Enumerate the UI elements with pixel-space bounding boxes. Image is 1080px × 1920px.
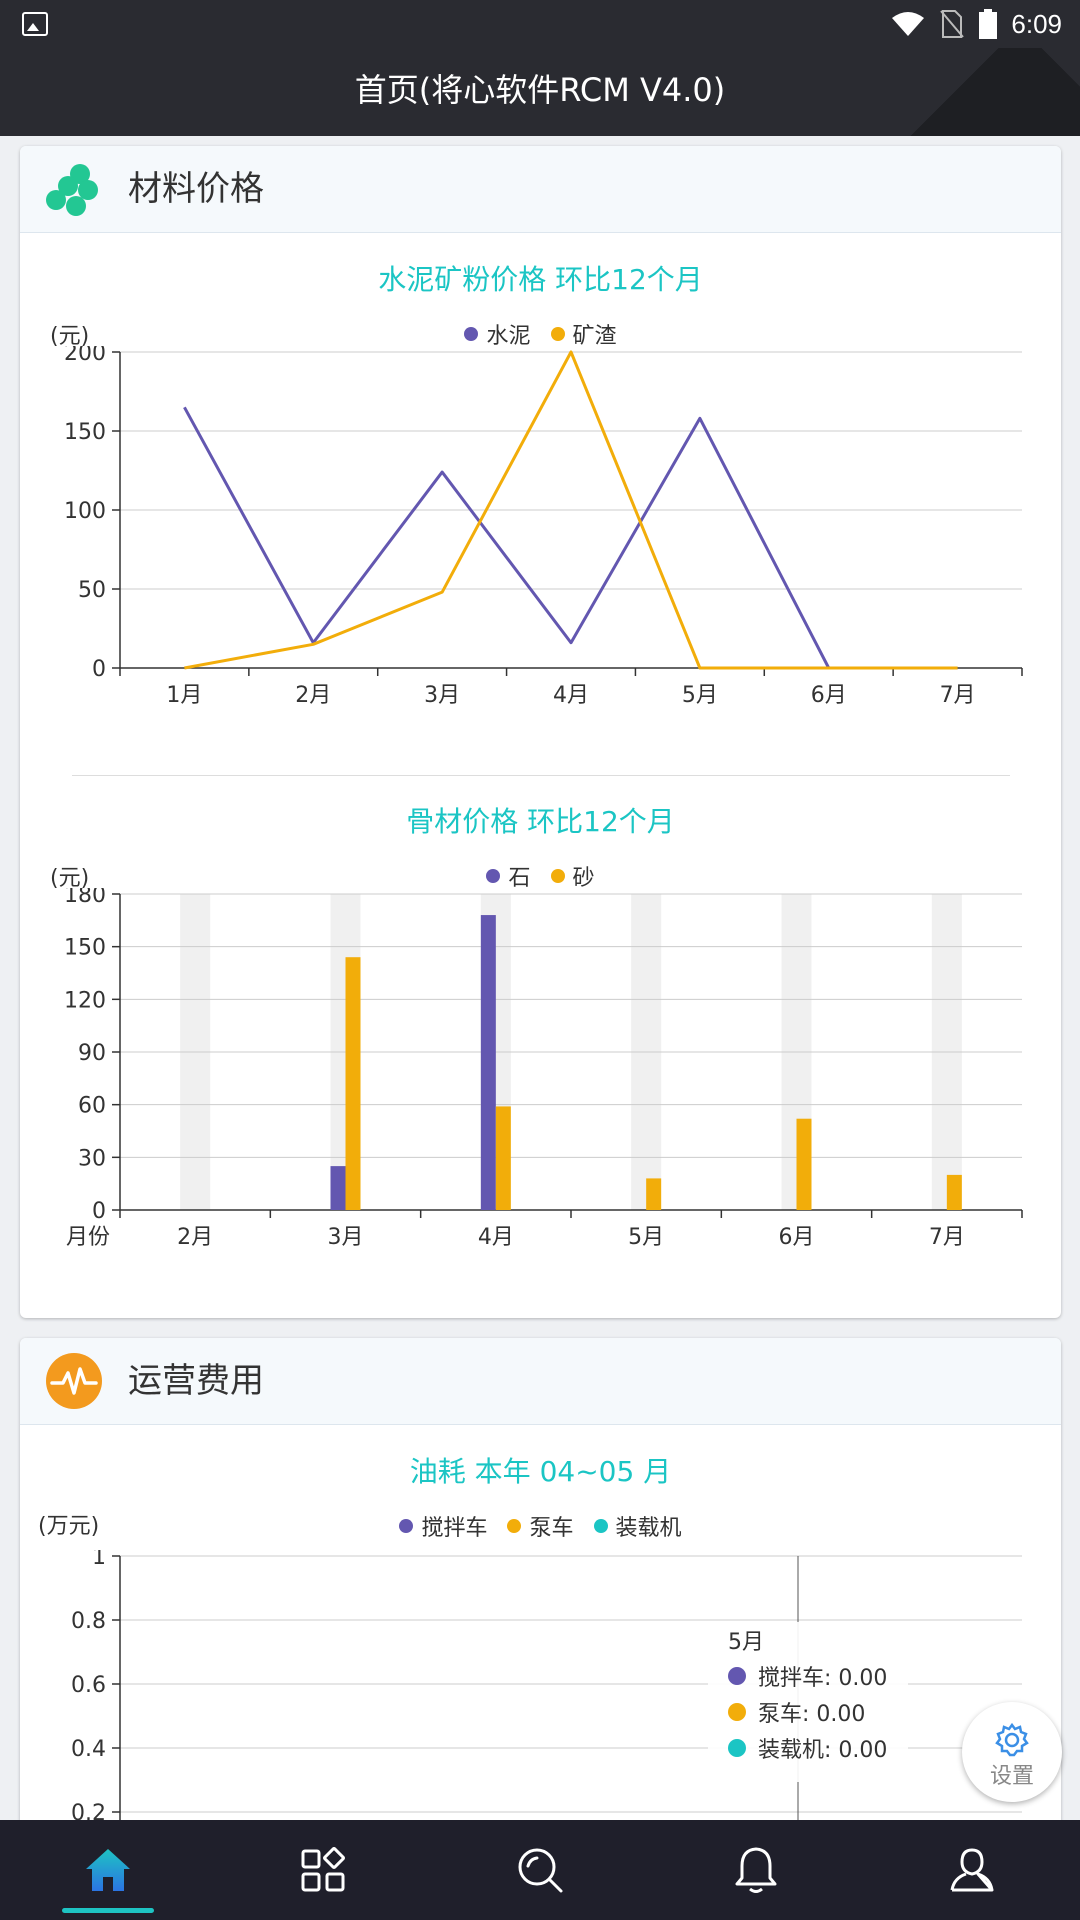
y-tick-label: 0.4 [71,1737,106,1762]
fuel-chart-title: 油耗 本年 04~05 月 [409,1455,672,1488]
app-bar: 首页(将心软件RCM V4.0) [0,48,1080,136]
x-tick-label: 4月 [553,683,589,708]
x-tick-label: 2月 [295,683,331,708]
fuel-chart-legend: 搅拌车 泵车 装载机 [20,1510,1061,1542]
wifi-icon [892,12,925,36]
tooltip-title: 5月 [728,1630,764,1655]
materials-cluster-icon [46,164,98,216]
operations-cost-card: 运营费用 油耗 本年 04~05 月 (万元) 搅拌车 泵车 装载机 1 0.8 0.6… [20,1338,1061,1898]
nav-home[interactable] [0,1820,216,1920]
legend-dot [550,869,565,883]
y-tick-label: 120 [64,988,106,1013]
materials-price-card: 材料价格 水泥矿粉价格 环比12个月 (元) 水泥 矿渣 0 50 100 150 200… [20,146,1061,1318]
cement-chart-title: 水泥矿粉价格 环比12个月 [378,263,703,296]
user-icon [950,1848,994,1892]
y-tick-label: 180 [64,888,106,908]
x-tick-label: 3月 [424,683,460,708]
chart-divider [72,775,1010,776]
x-axis-label: 月份 [66,1225,110,1250]
y-tick-label: 50 [78,578,106,603]
aggregate-chart-title: 骨材价格 环比12个月 [406,805,675,838]
legend-dot [399,1519,414,1533]
legend-item[interactable]: 搅拌车 [399,1510,487,1542]
nav-profile[interactable] [864,1820,1080,1920]
nav-notifications[interactable] [648,1820,864,1920]
legend-dot [550,327,565,341]
pulse-icon [46,1353,102,1409]
operations-card-header: 运营费用 [20,1338,1061,1425]
status-icons: 6:09 [891,6,1062,42]
x-tick-label: 4月 [478,1225,514,1250]
y-tick-label: 1 [92,1550,106,1570]
x-tick-label: 1月 [166,683,202,708]
legend-label: 搅拌车 [421,1516,488,1541]
legend-label: 泵车 [529,1516,574,1541]
bar [946,1174,962,1210]
materials-card-header: 材料价格 [20,146,1061,233]
tooltip-dot [728,1739,746,1757]
legend-dot [486,869,501,883]
legend-label: 装载机 [615,1516,682,1541]
bar [495,1106,511,1210]
y-tick-label: 150 [64,420,106,445]
legend-item[interactable]: 装载机 [593,1510,682,1542]
y-tick-label: 0.8 [71,1609,106,1634]
bar [345,957,361,1210]
legend-item[interactable]: 泵车 [507,1510,574,1542]
x-tick-label: 7月 [929,1225,965,1250]
y-tick-label: 150 [64,936,106,961]
y-tick-label: 200 [64,346,106,366]
legend-dot [593,1519,608,1533]
status-bar: 6:09 [0,0,1080,48]
home-icon [86,1849,130,1891]
y-tick-label: 0.6 [71,1673,106,1698]
tooltip-row: 泵车: 0.00 [758,1702,866,1727]
apps-grid-icon [301,1847,345,1892]
x-tick-label: 7月 [940,683,976,708]
y-tick-label: 90 [78,1041,106,1066]
y-tick-label: 0 [92,657,106,682]
x-tick-label: 6月 [811,683,847,708]
x-tick-label: 5月 [628,1225,664,1250]
bar [480,915,496,1210]
battery-icon [979,9,998,39]
y-tick-label: 30 [78,1146,106,1171]
clock: 6:09 [1011,8,1062,39]
chart-tooltip: 5月 搅拌车: 0.00 泵车: 0.00 装载机: 0.00 [708,1622,908,1782]
x-tick-label: 3月 [328,1225,364,1250]
bell-icon [735,1847,777,1893]
operations-card-title: 运营费用 [128,1361,264,1401]
bar [330,1166,346,1210]
bottom-navigation [0,1820,1080,1920]
x-tick-label: 2月 [177,1225,213,1250]
legend-dot [507,1519,522,1533]
aggregate-price-bar-chart: 0 30 60 90 120 150 180 2月 3月 4月 5月 6月 7月 月份 [64,888,1023,1250]
nav-apps[interactable] [216,1820,432,1920]
nav-active-indicator [62,1908,154,1913]
tooltip-row: 搅拌车: 0.00 [758,1666,888,1691]
no-sim-icon [940,10,965,38]
settings-button[interactable]: 设置 [962,1702,1062,1802]
y-tick-label: 100 [64,499,106,524]
series-line [183,406,958,670]
search-icon [518,1848,563,1893]
tooltip-dot [728,1703,746,1721]
x-tick-label: 5月 [682,683,718,708]
nav-search[interactable] [432,1820,648,1920]
tooltip-row: 装载机: 0.00 [758,1738,888,1763]
page-title: 首页(将心软件RCM V4.0) [354,71,726,109]
materials-card-title: 材料价格 [128,169,264,209]
y-tick-label: 0 [92,1199,106,1224]
gear-icon [995,1722,1029,1757]
y-tick-label: 60 [78,1094,106,1119]
settings-label: 设置 [989,1764,1034,1789]
bar [646,1178,662,1210]
legend-dot [464,327,479,341]
tooltip-dot [728,1667,746,1685]
image-notification-icon [22,12,48,36]
cement-price-line-chart: 0 50 100 150 200 1月 2月 3月 4月 5月 6月 7月 [64,346,1023,708]
x-tick-label: 6月 [779,1225,815,1250]
bar [796,1118,812,1210]
